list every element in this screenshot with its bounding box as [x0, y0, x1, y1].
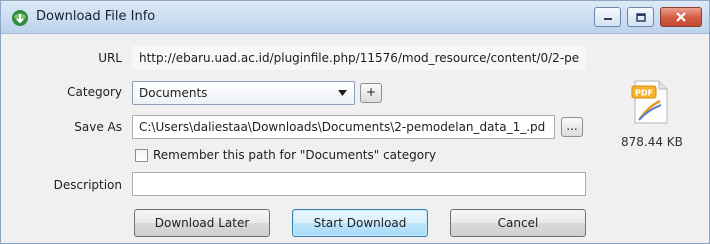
idm-globe-icon	[12, 10, 28, 26]
download-later-button[interactable]: Download Later	[134, 209, 270, 237]
category-select[interactable]: Documents	[132, 81, 355, 105]
pdf-file-icon: PDF	[631, 80, 668, 124]
svg-text:PDF: PDF	[635, 89, 653, 98]
browse-ellipsis: ...	[566, 119, 578, 133]
remember-path-label[interactable]: Remember this path for "Documents" categ…	[153, 148, 436, 162]
chevron-down-icon	[338, 90, 347, 96]
maximize-button[interactable]	[627, 7, 654, 27]
url-field[interactable]: http://ebaru.uad.ac.id/pluginfile.php/11…	[132, 46, 586, 70]
add-category-button[interactable]: +	[360, 83, 382, 103]
file-size: 878.44 KB	[621, 135, 683, 149]
start-download-button[interactable]: Start Download	[292, 209, 428, 237]
description-label: Description	[53, 178, 122, 192]
title-bar[interactable]: Download File Info	[1, 1, 709, 34]
description-input[interactable]	[132, 172, 586, 196]
browse-button[interactable]: ...	[561, 117, 583, 137]
cancel-button[interactable]: Cancel	[450, 209, 586, 237]
url-label: URL	[98, 51, 122, 65]
category-selected-value: Documents	[139, 86, 208, 100]
category-label: Category	[67, 85, 122, 99]
maximize-icon	[635, 12, 646, 22]
remember-path-checkbox[interactable]	[135, 149, 148, 162]
window-title: Download File Info	[36, 9, 156, 24]
minimize-button[interactable]	[594, 7, 621, 27]
plus-icon: +	[365, 85, 377, 99]
close-button[interactable]	[660, 7, 702, 27]
close-icon	[676, 12, 686, 22]
save-as-path-field[interactable]: C:\Users\daliestaa\Downloads\Documents\2…	[132, 115, 555, 139]
save-as-label: Save As	[74, 120, 122, 134]
minimize-icon	[603, 18, 612, 20]
download-file-info-dialog: Download File Info URL http://ebaru.uad.…	[0, 0, 710, 244]
